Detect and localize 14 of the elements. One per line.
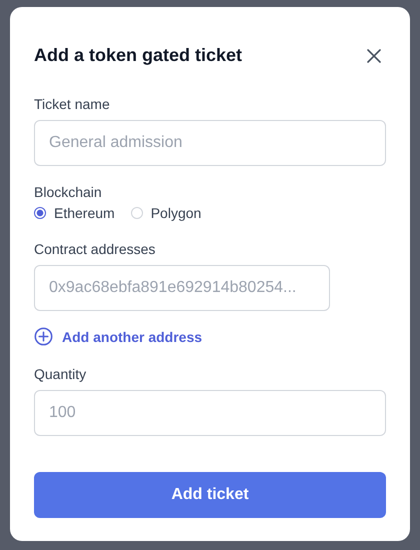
dialog-title: Add a token gated ticket — [34, 45, 242, 66]
add-ticket-button[interactable]: Add ticket — [34, 472, 386, 518]
plus-circle-icon — [34, 327, 53, 346]
radio-label: Ethereum — [54, 205, 115, 221]
contract-address-field[interactable]: 0x9ac68ebfa891e692914b80254... — [34, 265, 330, 311]
field-label: Quantity — [34, 366, 88, 382]
radio-label: Polygon — [150, 205, 202, 221]
field-label: Ticket name — [34, 96, 111, 112]
quantity-field[interactable]: 100 — [34, 390, 386, 436]
ticket-name-field[interactable]: General admission — [34, 120, 386, 166]
field-label: Blockchain — [34, 184, 103, 200]
field-label: Contract addresses — [34, 241, 156, 257]
add-address-link[interactable]: Add another address — [34, 327, 202, 346]
radio-button[interactable] — [34, 207, 46, 219]
